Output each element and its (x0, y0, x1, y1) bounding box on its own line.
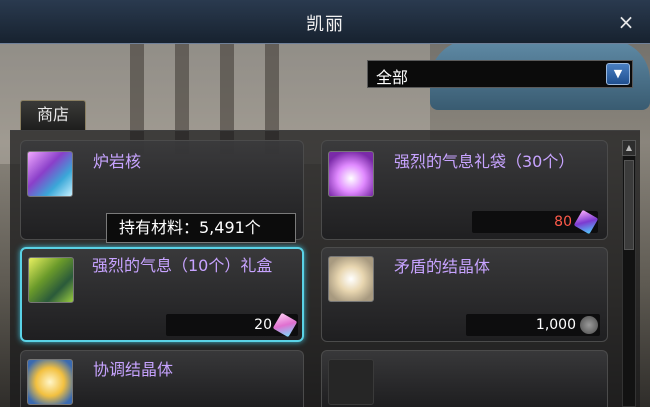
item-name: 炉岩核 (93, 152, 142, 171)
window-title: 凯丽 (306, 14, 344, 35)
item-price: 1,000 (535, 317, 576, 333)
close-button[interactable]: × (614, 10, 638, 34)
contradiction-currency-icon (580, 316, 598, 334)
item-name: 协调结晶体 (93, 360, 174, 379)
shop-item-card-empty[interactable] (321, 350, 608, 407)
tab-shop[interactable]: 商店 (20, 100, 86, 130)
close-icon: × (617, 10, 635, 34)
contradiction-crystal-icon (328, 256, 374, 302)
harmony-crystal-icon (27, 359, 73, 405)
gift-box-icon (28, 257, 74, 303)
category-selected-value: 全部 (376, 68, 409, 87)
scroll-up-icon[interactable]: ▲ (622, 140, 636, 156)
tab-shop-label: 商店 (36, 105, 69, 124)
shop-item-card[interactable]: 矛盾的结晶体 1,000 (321, 247, 608, 342)
item-name: 矛盾的结晶体 (394, 257, 491, 276)
item-price: 20 (254, 317, 272, 333)
shop-item-card[interactable]: 协调结晶体 (20, 350, 304, 407)
empty-slot-icon (328, 359, 374, 405)
window-title-bar: 凯丽 × (0, 0, 650, 44)
category-dropdown[interactable]: 全部 ▼ (367, 60, 633, 88)
gift-bag-icon (328, 151, 374, 197)
item-name: 强烈的气息礼袋（30个） (394, 152, 575, 171)
scrollbar-thumb[interactable] (624, 160, 634, 250)
item-name: 强烈的气息（10个）礼盒 (92, 256, 273, 275)
material-tooltip: 持有材料：5,491个 (106, 213, 296, 243)
item-price: 80 (554, 214, 572, 230)
crystal-core-icon (27, 151, 73, 197)
shop-item-card[interactable]: 强烈的气息礼袋（30个） 80 (321, 140, 608, 240)
shop-item-card-selected[interactable]: 强烈的气息（10个）礼盒 20 (20, 247, 304, 342)
chevron-down-icon[interactable]: ▼ (606, 63, 630, 85)
